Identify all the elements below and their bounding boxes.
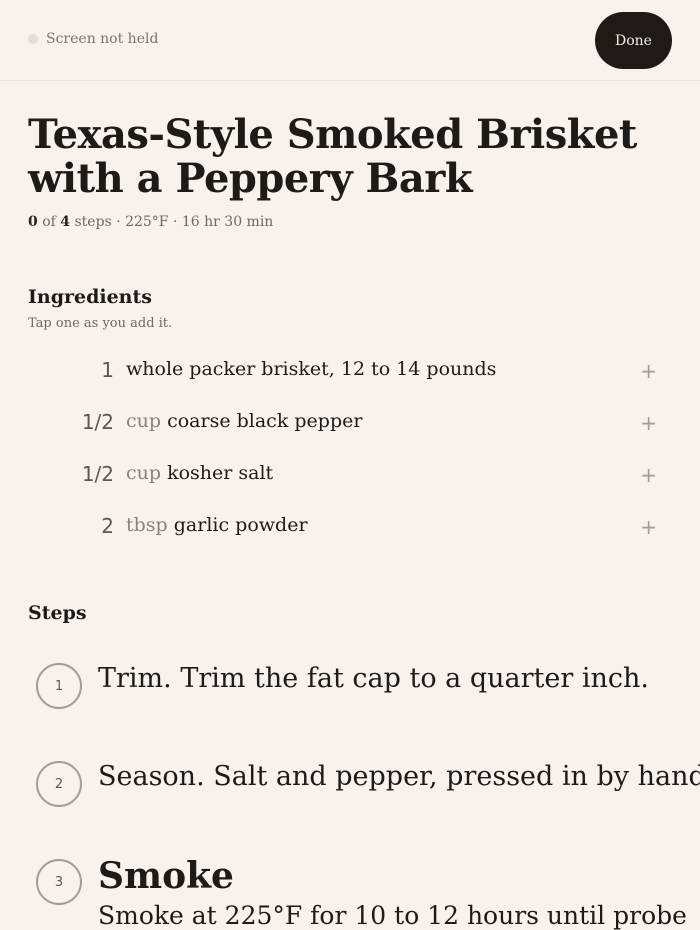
- ingredient-name: coarse black pepper: [167, 410, 363, 432]
- ingredient-text: whole packer brisket, 12 to 14 pounds: [126, 358, 496, 380]
- ingredient-row[interactable]: 1/2 cup coarse black pepper +: [0, 402, 700, 454]
- ingredient-quantity: 1/2: [81, 462, 114, 486]
- ingredient-unit: cup: [126, 462, 162, 484]
- step-title: Smoke: [98, 855, 234, 897]
- ingredients-heading: Ingredients: [28, 286, 152, 308]
- done-button[interactable]: Done: [595, 12, 672, 69]
- step-text: Season. Salt and pepper, pressed in by h…: [98, 761, 700, 792]
- recipe-meta: 0 of 4 steps · 225°F · 16 hr 30 min: [28, 214, 273, 230]
- top-bar: Screen not held Done: [0, 0, 700, 81]
- ingredient-row[interactable]: 2 tbsp garlic powder +: [0, 506, 700, 558]
- step-number-button[interactable]: 3: [36, 859, 82, 905]
- step-text: Smoke at 225°F for 10 to 12 hours until …: [98, 901, 687, 930]
- step-text: Trim. Trim the fat cap to a quarter inch…: [98, 663, 649, 694]
- ingredient-name: whole packer brisket, 12 to 14 pounds: [126, 358, 497, 380]
- meta-details: steps · 225°F · 16 hr 30 min: [74, 214, 274, 230]
- ingredient-quantity: 1: [101, 358, 114, 382]
- steps-total: 4: [60, 214, 71, 230]
- status-dot-icon: [28, 34, 38, 44]
- ingredient-name: kosher salt: [167, 462, 274, 484]
- ingredient-quantity: 1/2: [81, 410, 114, 434]
- add-ingredient-icon[interactable]: +: [640, 515, 657, 539]
- ingredient-name: garlic powder: [173, 514, 308, 536]
- ingredient-unit: tbsp: [126, 514, 168, 536]
- screen-hold-status: Screen not held: [28, 31, 158, 47]
- ingredient-text: cup kosher salt: [126, 462, 273, 484]
- steps-heading: Steps: [28, 602, 87, 624]
- ingredients-list: 1 whole packer brisket, 12 to 14 pounds …: [0, 350, 700, 558]
- step-number-button[interactable]: 2: [36, 761, 82, 807]
- step-number-button[interactable]: 1: [36, 663, 82, 709]
- ingredient-text: cup coarse black pepper: [126, 410, 362, 432]
- ingredient-row[interactable]: 1/2 cup kosher salt +: [0, 454, 700, 506]
- ingredients-subtitle: Tap one as you add it.: [28, 316, 173, 331]
- steps-completed: 0: [28, 214, 38, 230]
- recipe-title: Texas-Style Smoked Brisket with a Pepper…: [28, 111, 637, 202]
- meta-of: of: [42, 214, 56, 230]
- ingredient-quantity: 2: [101, 514, 114, 538]
- add-ingredient-icon[interactable]: +: [640, 411, 657, 435]
- status-text: Screen not held: [46, 31, 159, 47]
- ingredient-row[interactable]: 1 whole packer brisket, 12 to 14 pounds …: [0, 350, 700, 402]
- add-ingredient-icon[interactable]: +: [640, 359, 657, 383]
- add-ingredient-icon[interactable]: +: [640, 463, 657, 487]
- ingredient-text: tbsp garlic powder: [126, 514, 308, 536]
- ingredient-unit: cup: [126, 410, 162, 432]
